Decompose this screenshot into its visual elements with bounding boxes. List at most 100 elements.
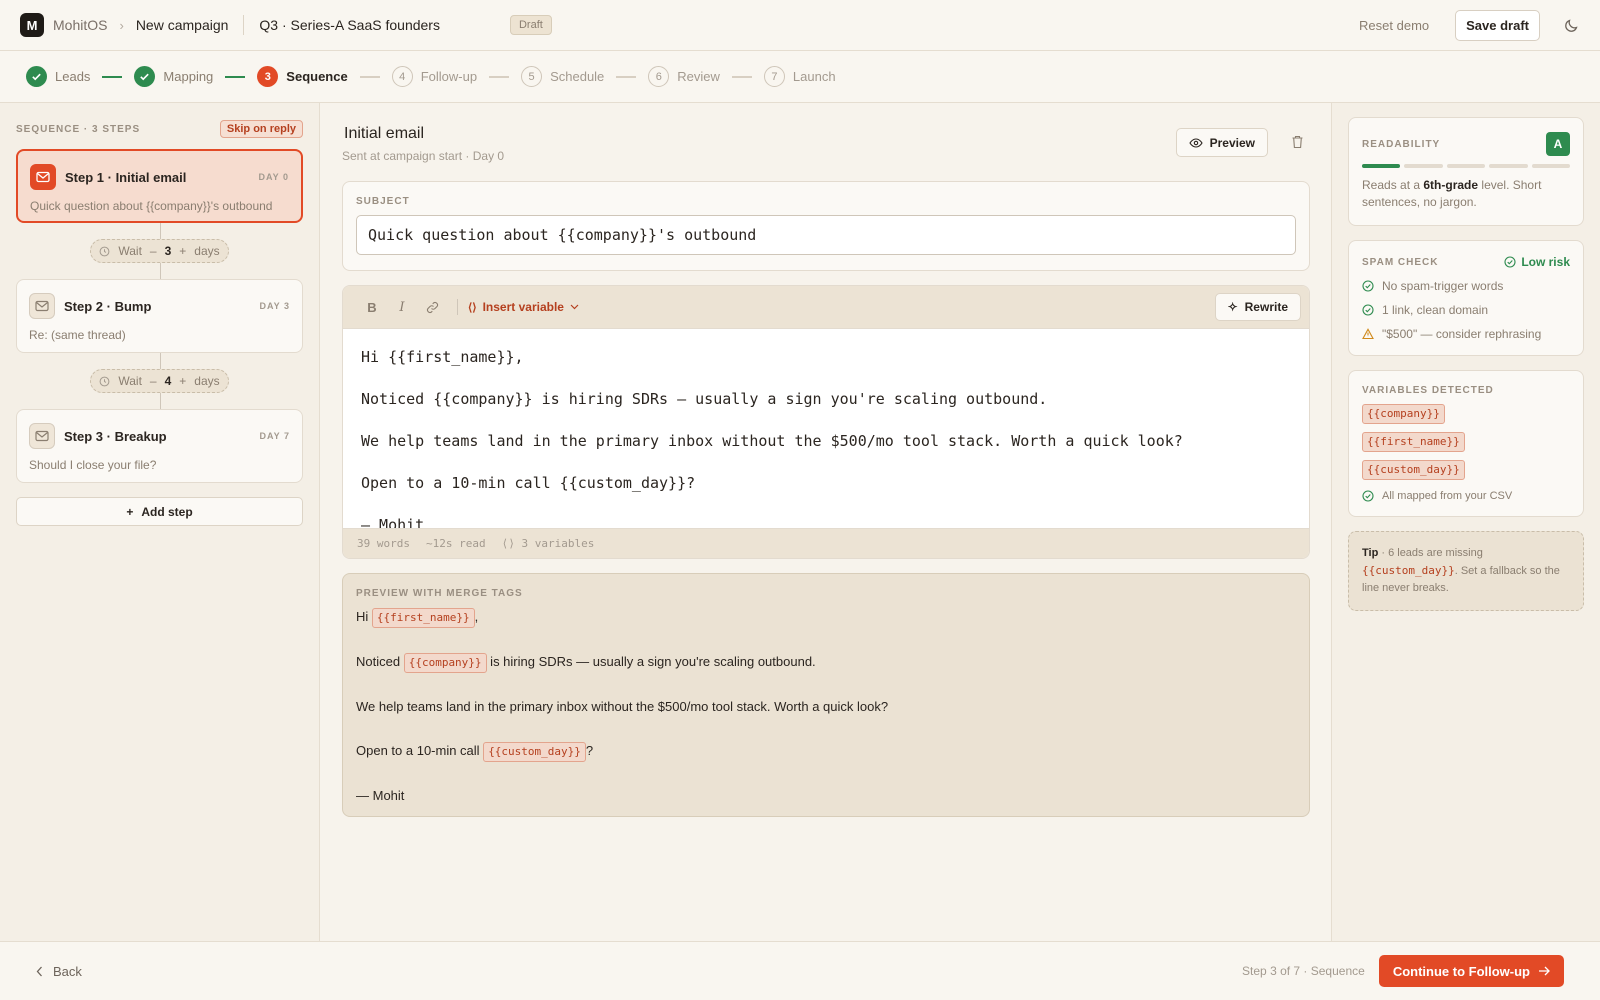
breadcrumb-brand[interactable]: MohitOS xyxy=(53,17,107,33)
step-label: Follow-up xyxy=(420,69,478,84)
tip-callout: Tip · 6 leads are missing {{custom_day}}… xyxy=(1348,531,1584,611)
continue-button[interactable]: Continue to Follow-up xyxy=(1378,955,1564,987)
variable-tag[interactable]: {{company}} xyxy=(1362,404,1445,424)
spam-check-card: SPAM CHECK Low risk No spam-trigger word… xyxy=(1348,240,1584,356)
sequence-step-3[interactable]: Step 3 · Breakup DAY 7 Should I close yo… xyxy=(16,409,303,483)
save-draft-button[interactable]: Save draft xyxy=(1455,9,1540,41)
italic-icon[interactable]: I xyxy=(387,300,417,315)
variables-note: All mapped from your CSV xyxy=(1362,490,1570,502)
step-launch[interactable]: 7 Launch xyxy=(763,66,836,87)
step-schedule[interactable]: 5 Schedule xyxy=(521,66,604,87)
merge-text: Hi xyxy=(356,609,372,624)
step-day: DAY 7 xyxy=(259,431,290,441)
insights-sidebar: READABILITY A Reads at a 6th-grade level… xyxy=(1331,103,1600,941)
merge-tag: {{first_name}} xyxy=(371,608,475,628)
step-leads[interactable]: Leads xyxy=(26,66,90,87)
wait-value: 3 xyxy=(164,244,172,258)
wait-unit: days xyxy=(194,244,220,258)
skip-on-reply-toggle[interactable]: Skip on reply xyxy=(219,120,303,138)
meter-segment xyxy=(1489,164,1528,168)
meter-segment xyxy=(1404,164,1443,168)
step-number: 4 xyxy=(391,66,413,87)
step-mapping[interactable]: Mapping xyxy=(134,66,213,87)
email-editor-panel: Initial email Sent at campaign start · D… xyxy=(342,103,1310,941)
readability-card: READABILITY A Reads at a 6th-grade level… xyxy=(1348,117,1584,226)
step-number: 5 xyxy=(521,66,543,87)
wait-label: Wait xyxy=(118,374,142,388)
wait-unit: days xyxy=(194,374,220,388)
check-circle-icon xyxy=(1362,304,1374,316)
meter-segment xyxy=(1446,164,1486,168)
step-connector xyxy=(359,75,380,78)
step-label: Launch xyxy=(792,69,836,84)
app-logo[interactable]: M xyxy=(20,13,44,37)
link-icon[interactable] xyxy=(417,301,447,314)
email-body-editor: B I ⟨⟩ Insert variable ✧ Rewrite Hi {{fi… xyxy=(342,285,1310,559)
step-follow-up[interactable]: 4 Follow-up xyxy=(391,66,478,87)
spam-check-label: SPAM CHECK xyxy=(1362,256,1439,268)
check-circle-icon xyxy=(1362,490,1374,502)
trash-icon[interactable] xyxy=(1291,135,1304,149)
step-label: Sequence xyxy=(286,69,348,84)
moon-icon[interactable] xyxy=(1564,17,1580,33)
wait-value: 4 xyxy=(164,374,172,388)
step-number: 3 xyxy=(257,66,279,87)
arrow-right-icon xyxy=(1539,966,1550,976)
subject-label: SUBJECT xyxy=(356,196,410,207)
subject-card: SUBJECT xyxy=(342,181,1310,271)
step-status: Step 3 of 7 · Sequence xyxy=(1242,964,1365,978)
wait-connector: Wait – 3 + days xyxy=(16,223,303,279)
wait-increment-button[interactable]: + xyxy=(179,374,186,388)
sequence-step-2[interactable]: Step 2 · Bump DAY 3 Re: (same thread) xyxy=(16,279,303,353)
risk-badge: Low risk xyxy=(1504,255,1570,269)
sequence-sidebar: SEQUENCE · 3 STEPS Skip on reply Step 1 … xyxy=(0,103,320,941)
braces-icon: ⟨⟩ 3 variables xyxy=(501,537,595,550)
clock-icon xyxy=(99,246,110,256)
step-label: Schedule xyxy=(550,69,605,84)
wizard-stepper: Leads Mapping 3 Sequence 4 Follow-up 5 S… xyxy=(0,51,1600,103)
sequence-step-1[interactable]: Step 1 · Initial email DAY 0 Quick quest… xyxy=(16,149,303,223)
preview-button[interactable]: Preview xyxy=(1175,128,1268,157)
variable-tag[interactable]: {{custom_day}} xyxy=(1362,460,1465,480)
step-label: Mapping xyxy=(163,69,214,84)
reset-demo-button[interactable]: Reset demo xyxy=(1359,18,1429,33)
rewrite-button[interactable]: ✧ Rewrite xyxy=(1214,293,1301,321)
preview-label: Preview xyxy=(1209,135,1255,150)
insert-variable-dropdown[interactable]: ⟨⟩ Insert variable xyxy=(468,300,579,314)
merge-tag: {{custom_day}} xyxy=(483,742,586,762)
check-icon xyxy=(26,66,47,87)
spam-check-item: "$500" — consider rephrasing xyxy=(1362,327,1570,341)
step-title: Step 1 · Initial email xyxy=(65,169,187,185)
status-badge: Draft xyxy=(509,15,552,35)
body-line: Open to a 10-min call {{custom_day}}? xyxy=(361,474,696,492)
mail-icon xyxy=(30,164,56,190)
step-review[interactable]: 6 Review xyxy=(648,66,720,87)
step-connector xyxy=(489,75,510,78)
merge-text: — Mohit xyxy=(356,788,405,803)
back-button[interactable]: Back xyxy=(36,964,82,979)
merge-tag: {{company}} xyxy=(403,653,487,673)
spam-check-item: No spam-trigger words xyxy=(1362,279,1570,293)
meter-segment xyxy=(1362,164,1401,168)
wait-increment-button[interactable]: + xyxy=(179,244,186,258)
clock-icon xyxy=(99,376,110,386)
spam-check-item: 1 link, clean domain xyxy=(1362,303,1570,317)
email-body-textarea[interactable]: Hi {{first_name}}, Noticed {{company}} i… xyxy=(343,328,1309,528)
wait-decrement-button[interactable]: – xyxy=(150,374,157,388)
wait-stepper: Wait – 3 + days xyxy=(90,239,229,263)
braces-icon: ⟨⟩ xyxy=(468,301,477,314)
divider xyxy=(457,299,458,315)
variable-tag[interactable]: {{first_name}} xyxy=(1362,432,1465,452)
bold-icon[interactable]: B xyxy=(357,300,387,315)
wait-decrement-button[interactable]: – xyxy=(150,244,157,258)
merge-text: is hiring SDRs — usually a sign you're s… xyxy=(486,654,816,669)
add-step-button[interactable]: + Add step xyxy=(16,497,303,526)
merge-text: Open to a 10-min call xyxy=(356,743,484,758)
step-subtitle: Quick question about {{company}}'s outbo… xyxy=(30,199,273,213)
step-sequence[interactable]: 3 Sequence xyxy=(257,66,348,87)
campaign-name[interactable]: Q3 · Series-A SaaS founders xyxy=(259,17,440,33)
subject-input[interactable] xyxy=(356,215,1296,255)
wait-label: Wait xyxy=(118,244,142,258)
merge-preview: PREVIEW WITH MERGE TAGS Hi {{first_name}… xyxy=(342,573,1310,817)
plus-icon: + xyxy=(126,504,134,519)
